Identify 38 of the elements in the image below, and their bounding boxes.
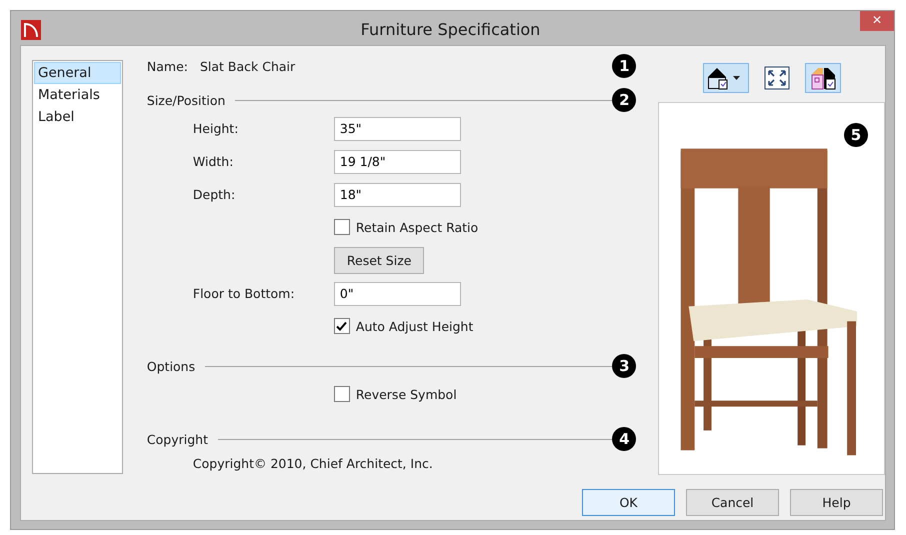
field-label: Depth:: [192, 187, 236, 202]
section-heading: Copyright: [146, 432, 208, 446]
window-title: Furniture Specification: [360, 20, 542, 39]
callout-marker: 1: [612, 54, 636, 78]
callout-marker: 3: [612, 354, 636, 378]
section-heading: Options: [146, 358, 196, 374]
sidebar-item[interactable]: Label: [34, 106, 121, 128]
input-field[interactable]: 0": [334, 282, 461, 306]
copyright-text: Copyright© 2010, Chief Architect, Inc.: [192, 456, 433, 470]
name-value: Slat Back Chair: [200, 58, 296, 74]
dialog-button[interactable]: Cancel: [686, 489, 779, 516]
input-field[interactable]: 18": [334, 182, 461, 206]
section-heading: Size/Position: [146, 92, 226, 108]
checkbox-label: Auto Adjust Height: [356, 318, 474, 334]
callout-marker: 5: [844, 122, 868, 147]
input-field[interactable]: 35": [334, 116, 461, 140]
toolbar-button[interactable]: [804, 62, 841, 93]
callout-marker: 4: [612, 427, 636, 451]
fit-view-icon: [764, 66, 790, 90]
app-logo-icon: [21, 20, 41, 40]
sidebar-item[interactable]: General: [34, 62, 121, 84]
checkbox-label: Retain Aspect Ratio: [356, 220, 478, 234]
dialog-button[interactable]: OK: [582, 489, 675, 516]
callout-marker: 2: [612, 88, 636, 112]
dialog-button[interactable]: Help: [790, 489, 883, 516]
checkbox[interactable]: [334, 219, 350, 235]
checkbox[interactable]: [334, 386, 350, 402]
input-field[interactable]: 19 1/8": [334, 150, 461, 174]
field-label: Floor to Bottom:: [192, 286, 296, 301]
reset-button[interactable]: Reset Size: [334, 246, 424, 274]
name-label: Name:: [146, 58, 188, 74]
field-label: Width:: [192, 154, 234, 169]
close-button[interactable]: ×: [860, 11, 894, 31]
toolbar-button[interactable]: [702, 62, 749, 93]
checkbox-label: Reverse Symbol: [356, 386, 457, 402]
checkbox[interactable]: [334, 318, 350, 334]
field-label: Height:: [192, 121, 240, 136]
sidebar-item[interactable]: Materials: [34, 84, 121, 106]
